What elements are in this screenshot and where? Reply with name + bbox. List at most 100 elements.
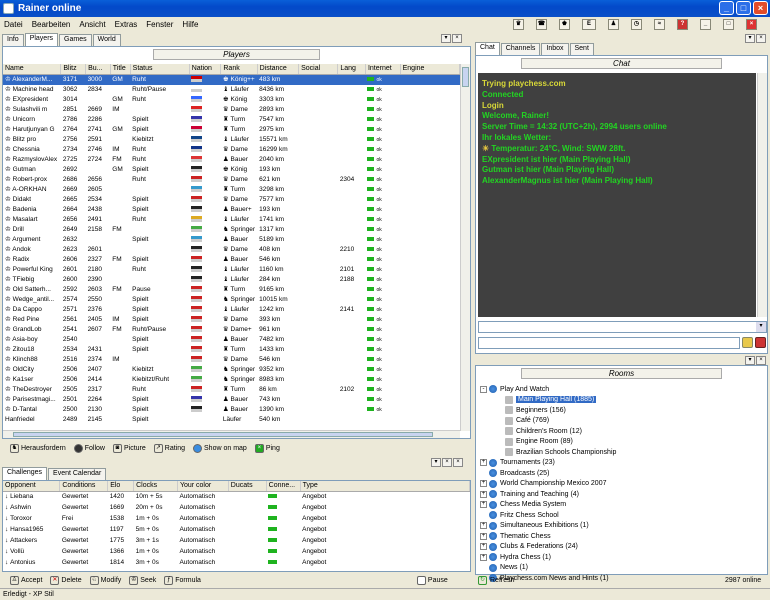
table-row[interactable]: ↓ Antonius Gewertet 1814 3m + 0s Automatisch…: [3, 557, 470, 568]
column-header[interactable]: Opponent: [3, 481, 61, 492]
tab-world[interactable]: World: [92, 34, 121, 46]
tab-chat[interactable]: Chat: [475, 42, 500, 55]
table-row[interactable]: ♔ EXpresident 3014 GM Ruht ♚ König 3303 km ok: [3, 95, 460, 105]
expand-icon[interactable]: +: [480, 490, 487, 498]
rooms-dropdown-icon[interactable]: ▾: [745, 356, 755, 365]
table-row[interactable]: ♔ Masalart 2656 2491 Ruht ♝ Läufer 1741 km ok: [3, 215, 460, 225]
players-hscrollbar[interactable]: [3, 430, 460, 438]
menu-bearbeiten[interactable]: Bearbeiten: [32, 20, 71, 29]
room-item[interactable]: + Simultaneous Exhibitions (1): [480, 521, 763, 532]
table-row[interactable]: ♔ Parisestmagi... 2501 2264 Spielt ♟ Bauer 74…: [3, 395, 460, 405]
column-header[interactable]: Lang: [337, 64, 366, 75]
seek-button[interactable]: ♔ Seek: [129, 576, 156, 585]
table-row[interactable]: ↓ Vollü Gewertet 1366 1m + 0s Automatisch Ang…: [3, 546, 470, 557]
table-row[interactable]: ↓ Hansa1965 Gewertet 1197 5m + 0s Automatisc…: [3, 524, 470, 535]
minimize-icon[interactable]: _: [700, 18, 711, 30]
chat-channel-select[interactable]: ▾: [478, 321, 767, 333]
column-header[interactable]: Engine: [400, 64, 460, 75]
table-row[interactable]: ♔ TheDestroyer 2505 2317 Ruht ♜ Turm 86 km 210…: [3, 385, 460, 395]
column-header[interactable]: Clocks: [133, 481, 178, 492]
room-item[interactable]: + Clubs & Federations (24): [480, 542, 763, 553]
column-header[interactable]: Rank: [220, 64, 258, 75]
room-item[interactable]: Playchess.com News and Hints (1): [480, 573, 763, 584]
table-row[interactable]: ↓ Ashwin Gewertet 1669 20m + 0s Automatisch A…: [3, 502, 470, 513]
table-row[interactable]: ♔ Didakt 2665 2534 Spielt ♛ Dame 7577 km ok: [3, 195, 460, 205]
room-item[interactable]: Engine Room (89): [480, 437, 763, 448]
rating-button[interactable]: ↗ Rating: [153, 443, 185, 453]
king-icon[interactable]: ♚: [559, 18, 570, 30]
accept-button[interactable]: ♙ Accept: [10, 576, 42, 585]
room-item[interactable]: - Play And Watch: [480, 384, 763, 395]
wifi-icon[interactable]: ≈: [654, 18, 665, 30]
room-item[interactable]: Main Playing Hall (1885): [480, 395, 763, 406]
room-item[interactable]: Broadcasts (25): [480, 468, 763, 479]
tab-inbox[interactable]: Inbox: [541, 43, 569, 55]
table-row[interactable]: ♔ Andok 2623 2601 ♛ Dame 408 km 2210 ok: [3, 245, 460, 255]
table-row[interactable]: ♔ Badenia 2664 2438 Spielt ♟ Bauer+ 193 km ok: [3, 205, 460, 215]
table-row[interactable]: ♔ Klinch88 2516 2374 IM ♛ Dame 546 km ok: [3, 355, 460, 365]
menu-extras[interactable]: Extras: [115, 20, 138, 29]
column-header[interactable]: Name: [3, 64, 62, 75]
column-header[interactable]: Blitz: [60, 64, 87, 75]
column-header[interactable]: Title: [110, 64, 131, 75]
table-row[interactable]: ♔ Old Satterh... 2592 2603 FM Pause ♜ Turm 916…: [3, 285, 460, 295]
pane-close-icon[interactable]: ×: [452, 34, 462, 43]
bottom-close-icon[interactable]: ×: [442, 458, 452, 467]
chat-scrollbar[interactable]: [757, 73, 767, 317]
table-row[interactable]: ♔ Blitz pro 2756 2591 Kiebitzt ♝ Läufer 15571…: [3, 135, 460, 145]
ping-button[interactable]: × Ping: [254, 443, 280, 453]
table-row[interactable]: ♔ Harutjunyan G 2764 2741 GM Spielt ♜ Turm 297…: [3, 125, 460, 135]
table-row[interactable]: ♔ Ka1ser 2506 2414 Kiebitzt/Ruht ♞ Springer 8…: [3, 375, 460, 385]
column-header[interactable]: Social: [298, 64, 339, 75]
room-item[interactable]: Brazilian Schools Championship: [480, 447, 763, 458]
players-scroll-thumb[interactable]: [462, 67, 469, 87]
room-item[interactable]: + Hydra Chess (1): [480, 552, 763, 563]
elo-icon[interactable]: E: [582, 18, 596, 30]
follow-button[interactable]: Follow: [73, 443, 105, 453]
table-row[interactable]: ♔ TFiebig 2600 2390 ♝ Läufer 284 km 2188 ok: [3, 275, 460, 285]
column-header[interactable]: Conne...: [266, 481, 301, 492]
expand-icon[interactable]: +: [480, 459, 487, 467]
column-header[interactable]: Distance: [257, 64, 300, 75]
phone-icon[interactable]: ☎: [536, 18, 547, 30]
table-row[interactable]: ↓ Liebana Gewertet 1420 10m + 5s Automatisch…: [3, 491, 470, 502]
expand-icon[interactable]: +: [480, 532, 487, 540]
tab-challenges[interactable]: Challenges: [2, 467, 48, 480]
column-header[interactable]: Internet: [365, 64, 401, 75]
table-row[interactable]: ♔ Wedge_antil... 2574 2550 Spielt ♞ Springer…: [3, 295, 460, 305]
table-row[interactable]: ♔ Red Pine 2561 2405 IM Spielt ♛ Dame 393 km ok: [3, 315, 460, 325]
show-on-map-button[interactable]: Show on map: [193, 443, 247, 453]
table-row[interactable]: ↓ Toroxor Frei 1538 1m + 0s Automatisch Angeb…: [3, 513, 470, 524]
clock-icon[interactable]: ◷: [631, 18, 642, 30]
table-row[interactable]: ♔ A-ORKHAN 2669 2605 ♜ Turm 3298 km ok: [3, 185, 460, 195]
expand-icon[interactable]: +: [480, 501, 487, 509]
tab-sent[interactable]: Sent: [569, 43, 594, 55]
column-header[interactable]: Ducats: [228, 481, 267, 492]
table-row[interactable]: ♔ GrandLob 2541 2607 FM Ruht/Pause ♛ Dame+ 961…: [3, 325, 460, 335]
column-header[interactable]: Bu...: [85, 64, 111, 75]
formula-button[interactable]: ƒ Formula: [164, 576, 201, 585]
table-row[interactable]: ♔ Radix 2606 2327 FM Spielt ♟ Bauer 546 km ok: [3, 255, 460, 265]
phone-icon[interactable]: [755, 337, 766, 348]
table-row[interactable]: ♔ Drill 2649 2158 FM ♞ Springer 1317 km ok: [3, 225, 460, 235]
table-row[interactable]: ♔ RazmyslovAlex 2725 2724 FM Ruht ♟ Bauer 2040…: [3, 155, 460, 165]
chat-input[interactable]: [478, 337, 740, 349]
menu-hilfe[interactable]: Hilfe: [182, 20, 198, 29]
menu-datei[interactable]: Datei: [4, 20, 23, 29]
table-row[interactable]: ♔ Sulashvili m 2851 2669 IM ♛ Dame 2893 km ok: [3, 105, 460, 115]
chat-close-icon[interactable]: ×: [756, 34, 766, 43]
delete-button[interactable]: ✕ Delete: [50, 576, 82, 585]
help-icon[interactable]: ?: [677, 18, 688, 30]
modify-button[interactable]: ♘ Modify: [89, 576, 121, 585]
queen-icon[interactable]: ♛: [513, 18, 524, 30]
players-hscroll-thumb[interactable]: [13, 432, 433, 437]
table-row[interactable]: ♔ Zitou18 2534 2431 Spielt ♜ Turm 1433 km ok: [3, 345, 460, 355]
expand-icon[interactable]: +: [480, 553, 487, 561]
room-item[interactable]: Children's Room (12): [480, 426, 763, 437]
table-row[interactable]: ♔ D-Tantal 2500 2130 Spielt ♟ Bauer 1390 km ok: [3, 405, 460, 415]
expand-icon[interactable]: +: [480, 522, 487, 530]
tab-players[interactable]: Players: [24, 33, 59, 46]
table-row[interactable]: ↓ Attackers Gewertet 1775 3m + 1s Automatisc…: [3, 535, 470, 546]
table-row[interactable]: ♔ Powerful King 2601 2180 Ruht ♝ Läufer 1160 …: [3, 265, 460, 275]
pane-dropdown-icon[interactable]: ▾: [441, 34, 451, 43]
